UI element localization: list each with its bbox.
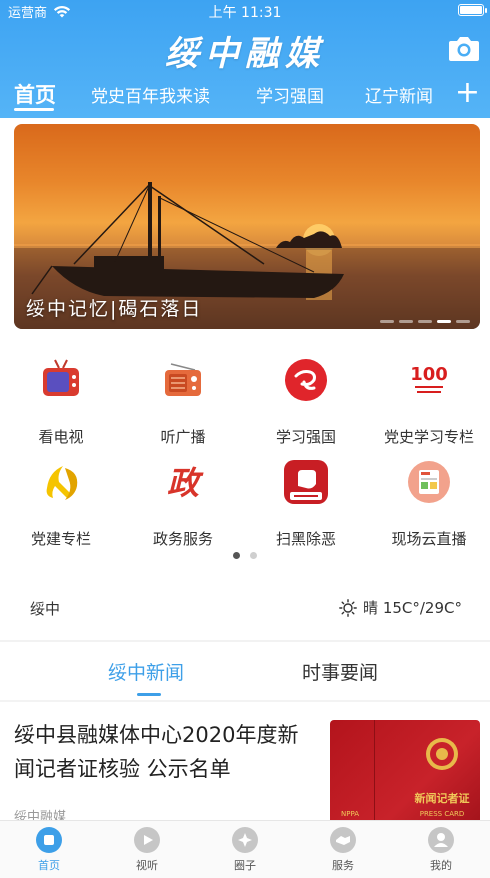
tab-liaoning-news[interactable]: 辽宁新闻 [365,82,433,107]
nav-label: 圈子 [234,859,256,872]
grid-label: 扫黑除恶 [275,530,336,548]
grid-item-live[interactable]: 现场云直播 [368,460,490,550]
grid-label: 听广播 [160,428,206,446]
weather-info: 晴 15C°/29C° [339,597,462,618]
government-icon: 政 [167,464,204,502]
nav-media[interactable]: 视听 [98,827,196,873]
service-grid: 看电视 听广播 学习强国 100 党史学习专栏 党建专栏 政 政务服务 扫黑除恶… [0,350,490,548]
clock: 上午 11:31 [208,5,282,21]
grid-label: 看电视 [38,428,84,446]
status-bar: 运营商 上午 11:31 [0,0,490,22]
grid-label: 党建专栏 [30,530,91,548]
live-news-icon [408,461,450,503]
grid-item-xuexi[interactable]: 学习强国 [245,358,367,448]
nav-label: 视听 [136,859,158,872]
divider [0,700,490,702]
home-icon [36,827,62,853]
nav-label: 服务 [332,859,354,872]
grid-label: 党史学习专栏 [383,428,474,446]
weather-text: 晴 15C°/29C° [363,599,462,617]
sun-icon [339,598,357,617]
banner-dot [380,320,394,323]
channel-tabs: 首页 党史百年我来读 学习强国 辽宁新闻 + [0,78,490,114]
handshake-icon [330,827,356,853]
svg-text:100: 100 [410,364,448,385]
grid-item-government[interactable]: 政 政务服务 [122,460,244,550]
grid-label: 现场云直播 [391,530,467,548]
news-title: 绥中县融媒体中心2020年度新闻记者证核验 公示名单 [14,723,299,781]
banner-dot [399,320,413,323]
banner-dot-active [437,320,451,323]
location-label: 绥中 [30,600,61,618]
svg-text:政: 政 [167,464,204,502]
press-card-nppa: NPPA [341,810,359,818]
grid-pager [0,552,490,559]
nav-label: 首页 [38,859,60,872]
battery-icon [458,4,487,16]
tab-party-history[interactable]: 党史百年我来读 [91,82,210,107]
banner-carousel[interactable]: 绥中记忆|碣石落日 [14,124,480,329]
nav-services[interactable]: 服务 [294,827,392,873]
tv-icon [43,359,79,396]
weather-row: 绥中 晴 15C°/29C° [0,588,490,628]
grid-item-anti-crime[interactable]: 扫黑除恶 [245,460,367,550]
news-thumbnail: 新闻记者证 PRESS CARD NPPA [330,720,480,832]
app-title: 绥中融媒 [165,34,325,74]
nav-profile[interactable]: 我的 [392,827,490,873]
nav-label: 我的 [430,859,452,872]
banner-indicator [380,320,470,323]
press-card-subtitle: PRESS CARD [420,810,465,818]
press-card-image: 新闻记者证 PRESS CARD NPPA [341,720,470,832]
banner-caption: 绥中记忆|碣石落日 [26,298,203,320]
tab-home[interactable]: 首页 [14,79,56,109]
pager-dot[interactable] [250,552,257,559]
bottom-nav: 首页 视听 圈子 服务 我的 [0,820,490,878]
news-item[interactable]: 绥中县融媒体中心2020年度新闻记者证核验 公示名单 绥中融媒 新闻记者证 PR… [0,708,490,832]
xuexi-icon [285,359,327,401]
tab-suizhong-news[interactable]: 绥中新闻 [108,658,184,685]
grid-label: 学习强国 [275,428,336,446]
grid-item-tv[interactable]: 看电视 [0,358,122,448]
tab-active-indicator [14,108,54,111]
news-tabs: 绥中新闻 时事要闻 [0,650,490,698]
user-icon [428,827,454,853]
compass-icon [232,827,258,853]
tab-xuexi[interactable]: 学习强国 [256,82,324,107]
radio-icon [165,363,201,396]
grid-label: 政务服务 [152,530,213,548]
banner-dot [456,320,470,323]
nav-home[interactable]: 首页 [0,827,98,873]
divider [0,640,490,642]
pager-dot-active[interactable] [233,552,240,559]
grid-item-party-building[interactable]: 党建专栏 [0,460,122,550]
anti-crime-icon [284,460,328,504]
press-card-title: 新闻记者证 [415,791,470,805]
party-history-icon: 100 [410,360,448,400]
party-emblem-icon [46,466,78,500]
tab-current-affairs[interactable]: 时事要闻 [302,658,378,685]
add-tab-button[interactable]: + [455,78,480,108]
news-tab-indicator [137,693,161,696]
banner-dot [418,320,432,323]
grid-item-radio[interactable]: 听广播 [122,358,244,448]
nav-circle[interactable]: 圈子 [196,827,294,873]
play-icon [134,827,160,853]
header: 运营商 上午 11:31 绥中融媒 首页 党史百年我来读 学习强国 辽宁新闻 + [0,0,490,118]
grid-item-party-history[interactable]: 100 党史学习专栏 [368,358,490,448]
camera-icon[interactable] [448,34,480,62]
